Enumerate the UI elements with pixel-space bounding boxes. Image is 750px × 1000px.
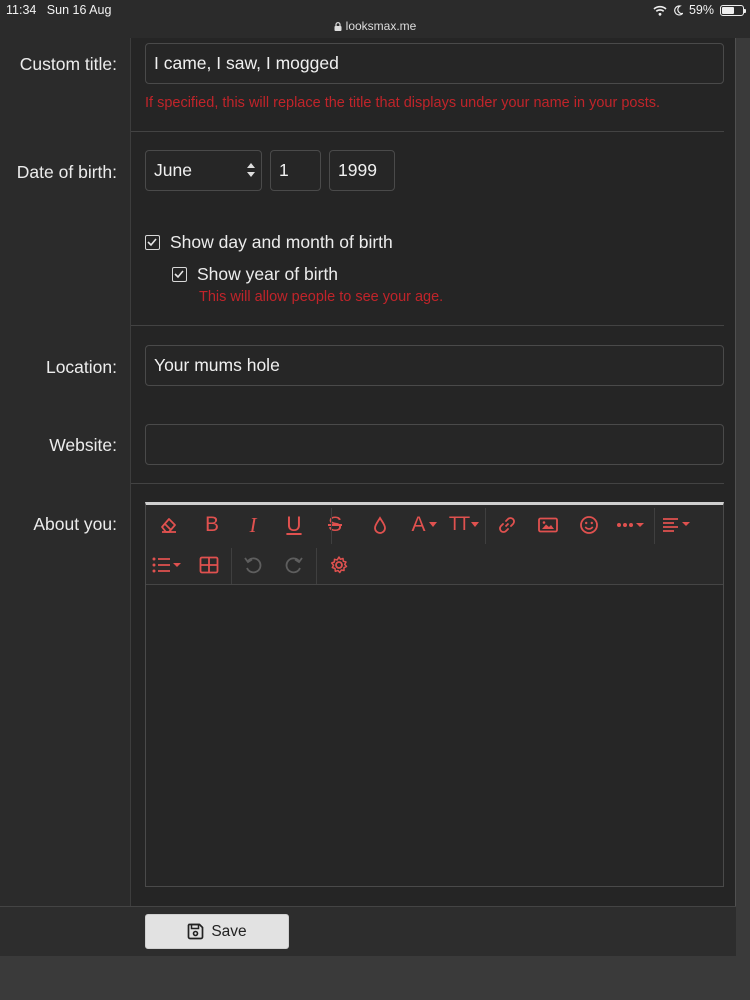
status-time: 11:34 Sun 16 Aug bbox=[6, 3, 112, 17]
toolbar-separator bbox=[654, 508, 655, 544]
show-year-checkbox-row[interactable]: Show year of birth bbox=[172, 264, 338, 285]
dob-label: Date of birth: bbox=[16, 162, 117, 182]
website-label: Website: bbox=[49, 435, 117, 455]
more-options-icon[interactable] bbox=[614, 511, 650, 539]
align-icon[interactable] bbox=[660, 511, 694, 539]
url-bar[interactable]: looksmax.me bbox=[0, 19, 750, 33]
dob-year-input[interactable]: 1999 bbox=[329, 150, 395, 191]
list-icon[interactable] bbox=[151, 551, 185, 579]
battery-percent: 59% bbox=[688, 3, 714, 17]
battery-icon bbox=[720, 4, 746, 16]
undo-icon[interactable] bbox=[239, 551, 267, 579]
toolbar-separator bbox=[316, 548, 317, 584]
editor-toolbar: B I U S A TT bbox=[146, 505, 723, 585]
wifi-icon bbox=[653, 5, 667, 16]
custom-title-input[interactable]: I came, I saw, I mogged bbox=[145, 43, 724, 84]
account-details-panel: Custom title: I came, I saw, I mogged If… bbox=[0, 38, 736, 956]
website-input[interactable] bbox=[145, 424, 724, 465]
dob-month-select[interactable]: June bbox=[145, 150, 262, 191]
about-you-label: About you: bbox=[33, 514, 117, 534]
lock-icon bbox=[334, 22, 342, 31]
toolbar-separator bbox=[485, 508, 486, 544]
dob-day-input[interactable]: 1 bbox=[270, 150, 321, 191]
show-day-month-checkbox-row[interactable]: Show day and month of birth bbox=[145, 232, 393, 253]
bold-icon[interactable]: B bbox=[198, 511, 226, 539]
form-footer: Save bbox=[0, 906, 736, 956]
font-size-icon[interactable]: TT bbox=[446, 511, 482, 539]
status-indicators: 59% bbox=[653, 3, 746, 17]
divider bbox=[131, 131, 724, 132]
about-you-content-area[interactable] bbox=[146, 585, 723, 886]
select-arrows-icon bbox=[247, 163, 255, 177]
emoji-icon[interactable] bbox=[575, 511, 603, 539]
toolbar-separator bbox=[331, 508, 332, 544]
toolbar-separator bbox=[231, 548, 232, 584]
about-you-editor: B I U S A TT bbox=[145, 502, 724, 887]
show-day-month-label: Show day and month of birth bbox=[170, 232, 393, 252]
table-icon[interactable] bbox=[195, 551, 223, 579]
link-icon[interactable] bbox=[493, 511, 521, 539]
custom-title-hint: If specified, this will replace the titl… bbox=[145, 95, 661, 111]
show-year-label: Show year of birth bbox=[197, 264, 339, 284]
eraser-icon[interactable] bbox=[155, 511, 183, 539]
image-icon[interactable] bbox=[534, 511, 562, 539]
url-text: looksmax.me bbox=[345, 19, 417, 33]
text-color-icon[interactable] bbox=[366, 511, 394, 539]
divider bbox=[131, 483, 724, 484]
redo-icon[interactable] bbox=[280, 551, 308, 579]
settings-icon[interactable] bbox=[325, 551, 353, 579]
font-family-icon[interactable]: A bbox=[406, 511, 442, 539]
save-button[interactable]: Save bbox=[145, 914, 289, 949]
status-bar: 11:34 Sun 16 Aug looksmax.me 59% bbox=[0, 0, 750, 38]
italic-icon[interactable]: I bbox=[239, 511, 267, 539]
strikethrough-icon[interactable]: S bbox=[321, 511, 349, 539]
moon-icon bbox=[674, 4, 683, 16]
underline-icon[interactable]: U bbox=[280, 511, 308, 539]
location-label: Location: bbox=[45, 357, 117, 377]
save-button-label: Save bbox=[211, 922, 247, 940]
divider bbox=[131, 325, 724, 326]
show-day-month-checkbox[interactable] bbox=[145, 235, 160, 250]
dob-month-value: June bbox=[154, 160, 192, 180]
save-icon bbox=[187, 923, 204, 940]
location-input[interactable]: Your mums hole bbox=[145, 345, 724, 386]
age-hint: This will allow people to see your age. bbox=[199, 289, 444, 305]
checkmark-icon bbox=[147, 238, 157, 247]
checkmark-icon bbox=[174, 270, 184, 279]
show-year-checkbox[interactable] bbox=[172, 267, 187, 282]
custom-title-label: Custom title: bbox=[19, 54, 117, 74]
